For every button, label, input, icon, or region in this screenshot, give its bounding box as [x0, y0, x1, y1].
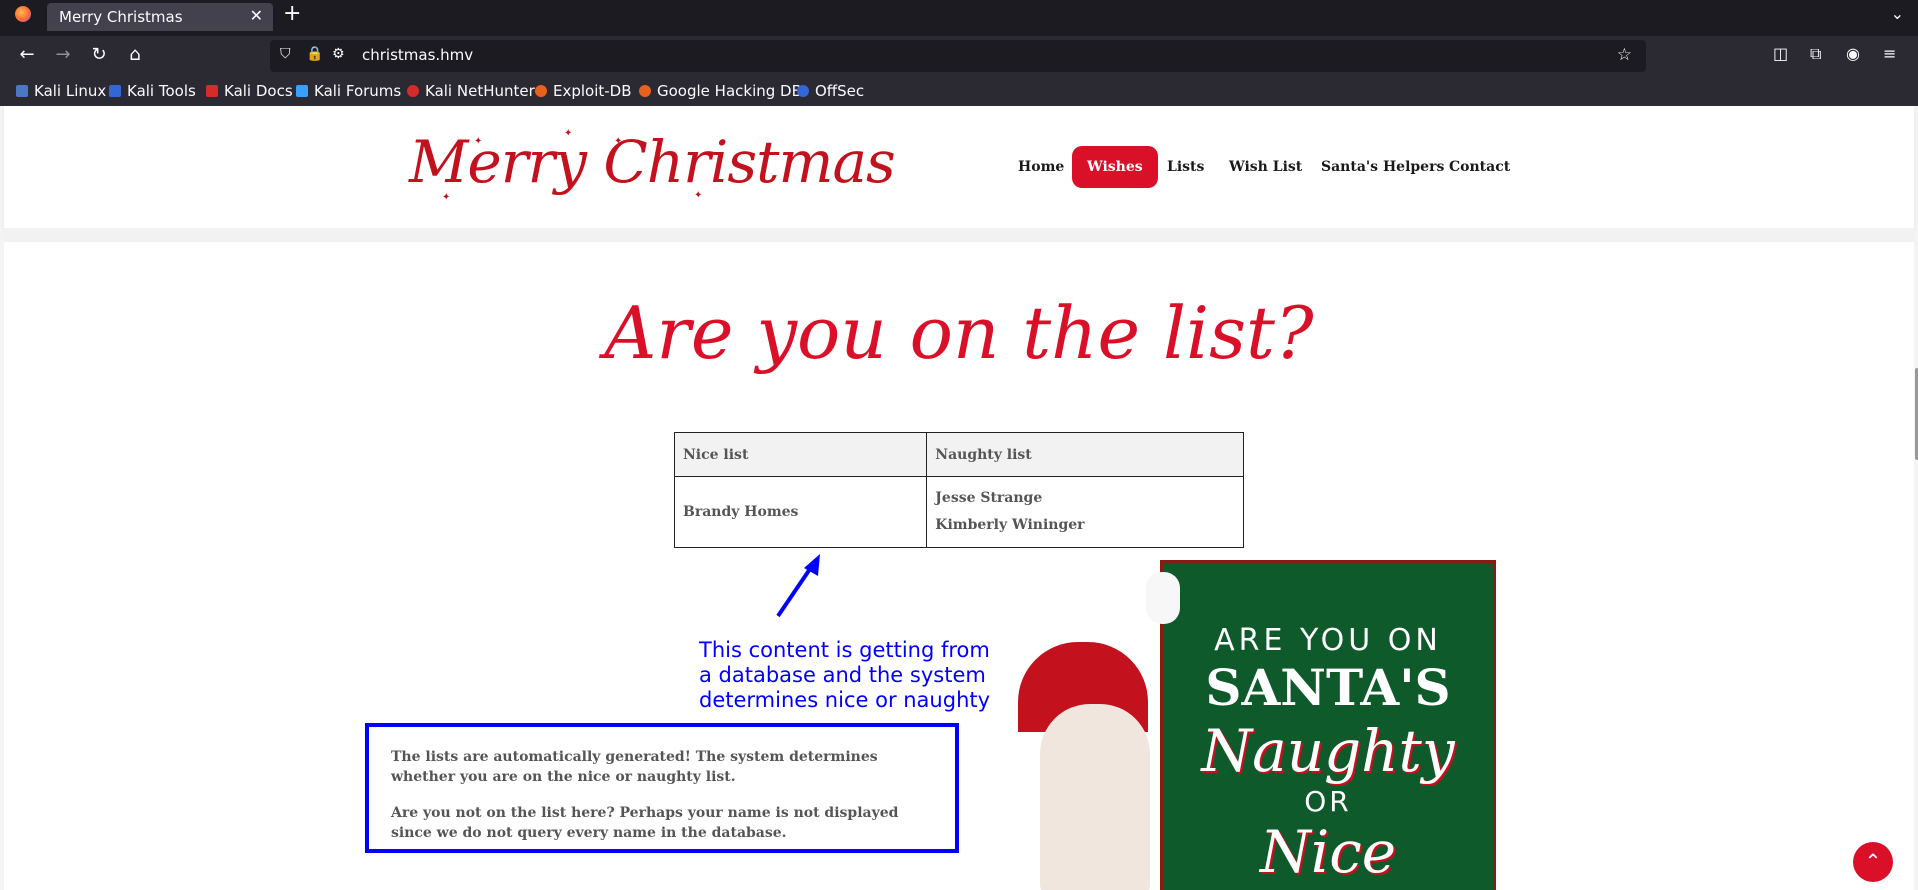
nice-name: Brandy Homes: [683, 503, 799, 520]
nice-list-header: Nice list: [673, 432, 928, 477]
annotation-arrow-icon: [776, 554, 820, 618]
bookmark-exploit-db[interactable]: Exploit-DB: [535, 82, 632, 100]
firefox-icon: [15, 6, 31, 22]
nav-santas-helpers[interactable]: Santa's Helpers: [1321, 146, 1444, 188]
santa-glove: [1146, 572, 1180, 624]
bookmark-offsec[interactable]: OffSec: [797, 82, 864, 100]
tab-title: Merry Christmas: [59, 8, 183, 26]
account-icon[interactable]: ◉: [1846, 44, 1860, 63]
santa-sign: ARE YOU ON SANTA'S Naughty OR Nice: [1160, 560, 1496, 890]
lock-icon[interactable]: 🔒: [306, 46, 323, 62]
naughty-name: Jesse Strange: [935, 490, 1043, 506]
navigation-toolbar: ← → ↻ ⌂ ⛉ 🔒 ⚙ christmas.hmv ☆ ◫ ⧉ ◉ ≡: [0, 36, 1918, 76]
info-box: The lists are automatically generated! T…: [365, 723, 959, 853]
kali-docs-icon: [206, 85, 218, 97]
url-text[interactable]: christmas.hmv: [362, 46, 473, 64]
nav-wishes[interactable]: Wishes: [1072, 146, 1158, 188]
url-bar[interactable]: ⛉ 🔒 ⚙ christmas.hmv ☆: [270, 40, 1646, 72]
sparkle-icon: ✦: [694, 190, 703, 201]
sparkle-icon: ✦: [564, 128, 573, 139]
kali-forums-icon: [296, 85, 308, 97]
home-icon[interactable]: ⌂: [123, 44, 147, 65]
nethunter-icon: [407, 85, 419, 97]
shield-icon[interactable]: ⛉: [280, 46, 291, 62]
info-paragraph: The lists are automatically generated! T…: [391, 749, 878, 785]
sparkle-icon: ✦: [474, 136, 483, 147]
table-row: Brandy Homes Jesse Strange Kimberly Wini…: [673, 476, 1244, 548]
page-viewport: Merry Christmas ✦ ✦ ✦ ✦ ✦ Home Wishes Li…: [0, 106, 1918, 890]
naughty-list-cell: Jesse Strange Kimberly Wininger: [926, 476, 1244, 548]
kali-tools-icon: [109, 85, 121, 97]
ghdb-icon: [639, 85, 651, 97]
site-header: Merry Christmas ✦ ✦ ✦ ✦ ✦ Home Wishes Li…: [4, 106, 1914, 228]
reload-icon[interactable]: ↻: [87, 44, 111, 65]
chevron-up-icon: ⌃: [1864, 849, 1882, 873]
tab-strip: Merry Christmas ✕ + ⌄: [0, 0, 1918, 31]
chevron-down-icon[interactable]: ⌄: [1891, 4, 1904, 23]
web-page: Merry Christmas ✦ ✦ ✦ ✦ ✦ Home Wishes Li…: [4, 106, 1918, 890]
bookmark-kali-docs[interactable]: Kali Docs: [206, 82, 293, 100]
forward-arrow-icon[interactable]: →: [51, 44, 75, 65]
tab-merry-christmas[interactable]: Merry Christmas ✕: [47, 3, 273, 31]
page-title: Are you on the list?: [604, 291, 1314, 375]
info-paragraph: Are you not on the list here? Perhaps yo…: [391, 805, 899, 841]
extensions-icon[interactable]: ⧉: [1810, 44, 1821, 64]
nav-contact[interactable]: Contact: [1449, 146, 1510, 188]
nav-lists[interactable]: Lists: [1167, 146, 1204, 188]
bookmark-star-icon[interactable]: ☆: [1617, 45, 1632, 65]
exploit-db-icon: [535, 85, 547, 97]
table-header-row: Nice list Naughty list: [673, 432, 1244, 477]
new-tab-button[interactable]: +: [283, 1, 301, 26]
scroll-to-top-button[interactable]: ⌃: [1853, 842, 1893, 882]
offsec-icon: [797, 85, 809, 97]
back-arrow-icon[interactable]: ←: [15, 44, 39, 65]
naughty-name: Kimberly Wininger: [935, 517, 1085, 533]
santa-face: [1040, 704, 1150, 890]
bookmark-kali-nethunter[interactable]: Kali NetHunter: [407, 82, 535, 100]
bookmark-kali-tools[interactable]: Kali Tools: [109, 82, 196, 100]
bookmarks-toolbar: Kali Linux Kali Tools Kali Docs Kali For…: [0, 76, 1918, 106]
bookmark-google-hacking-db[interactable]: Google Hacking DB: [639, 82, 802, 100]
sparkle-icon: ✦: [442, 192, 451, 203]
sparkle-icon: ✦: [614, 136, 623, 147]
naughty-list-header: Naughty list: [926, 432, 1244, 477]
nice-list-cell: Brandy Homes: [673, 476, 928, 548]
close-icon[interactable]: ✕: [250, 6, 263, 25]
menu-icon[interactable]: ≡: [1883, 44, 1896, 63]
pocket-icon[interactable]: ◫: [1773, 44, 1788, 63]
permissions-icon[interactable]: ⚙: [332, 46, 345, 62]
santa-image: ARE YOU ON SANTA'S Naughty OR Nice: [1000, 554, 1500, 890]
header-divider: [4, 228, 1914, 242]
bookmark-kali-forums[interactable]: Kali Forums: [296, 82, 401, 100]
nice-naughty-table: Nice list Naughty list Brandy Homes Jess…: [673, 432, 1244, 548]
nav-home[interactable]: Home: [1018, 146, 1064, 188]
annotation-text: This content is getting from a database …: [699, 638, 991, 712]
bookmark-kali-linux[interactable]: Kali Linux: [16, 82, 106, 100]
kali-icon: [16, 85, 28, 97]
nav-wish-list[interactable]: Wish List: [1229, 146, 1302, 188]
